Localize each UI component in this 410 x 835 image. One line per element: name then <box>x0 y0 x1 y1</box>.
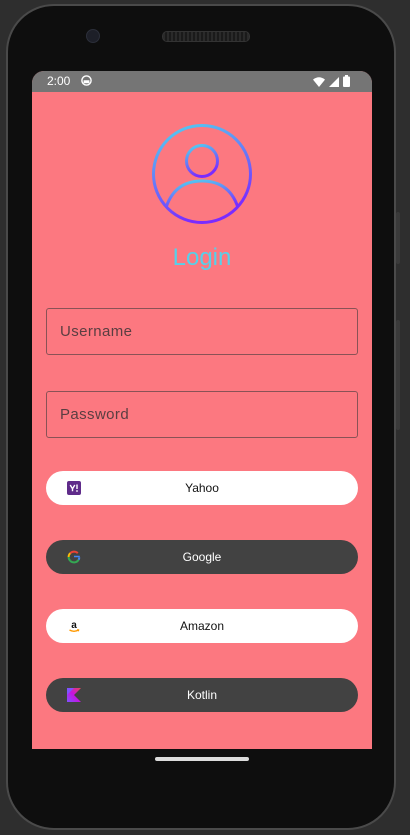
earpiece-speaker <box>162 31 250 42</box>
wifi-icon <box>313 76 325 90</box>
yahoo-login-button[interactable]: Yahoo <box>46 471 358 505</box>
password-input[interactable] <box>47 392 357 437</box>
google-button-label: Google <box>182 550 222 564</box>
amazon-button-label: Amazon <box>179 619 225 633</box>
home-gesture-bar[interactable] <box>155 757 249 761</box>
front-camera <box>86 29 100 43</box>
user-account-icon <box>151 123 253 230</box>
android-debug-icon <box>81 75 92 89</box>
app-screen: 2:00 Login Username Yahoo Google a Amazo… <box>32 71 372 749</box>
kotlin-button-label: Kotlin <box>186 688 218 702</box>
kotlin-login-button[interactable]: Kotlin <box>46 678 358 712</box>
status-indicators <box>313 75 350 90</box>
password-field[interactable] <box>46 391 358 438</box>
page-title: Login <box>172 244 232 271</box>
volume-rocker <box>396 320 400 430</box>
google-login-button[interactable]: Google <box>46 540 358 574</box>
yahoo-button-label: Yahoo <box>185 481 219 495</box>
battery-icon <box>343 75 350 90</box>
cellular-signal-icon <box>329 76 339 90</box>
status-bar: 2:00 <box>32 71 372 92</box>
status-time: 2:00 <box>47 74 71 88</box>
username-field[interactable] <box>46 308 358 355</box>
power-button <box>396 212 400 264</box>
amazon-login-button[interactable]: a Amazon <box>46 609 358 643</box>
username-input[interactable] <box>47 309 357 354</box>
